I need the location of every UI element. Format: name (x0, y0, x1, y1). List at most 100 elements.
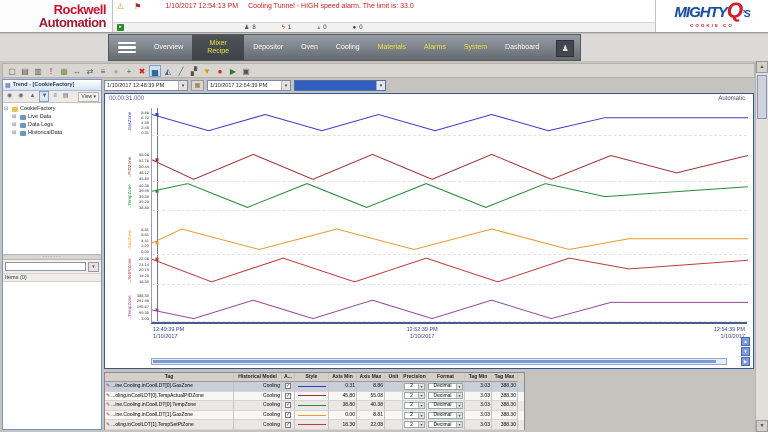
scroll-up-icon[interactable]: ▲ (756, 61, 768, 73)
alarm-ack-icon[interactable]: ⚑ (134, 2, 141, 11)
expander-icon[interactable]: ⊞ (12, 114, 18, 120)
alarm-note-icon[interactable]: ! (45, 65, 57, 77)
tab-dashboard[interactable]: Dashboard (496, 35, 548, 60)
legend-row-2[interactable]: ✎...ine.Cooling.inCoolLDT[0].TempZoneCoo… (105, 401, 524, 411)
suppressed-alarms-count[interactable]: ▴0 (317, 24, 326, 31)
legend-header-axis-max[interactable]: Axis Max (357, 373, 385, 382)
app-v-scrollbar[interactable]: ▲ ▼ (755, 61, 768, 432)
login-user-icon[interactable]: ♟ (556, 40, 574, 57)
checkbox-icon[interactable]: ✓ (285, 393, 291, 399)
checkbox-icon[interactable]: ✓ (285, 412, 291, 418)
legend-header-historical-model[interactable]: Historical Model (234, 373, 282, 382)
calendar-icon[interactable]: ▦ (191, 80, 204, 91)
checkbox-icon[interactable]: ✓ (285, 402, 291, 408)
legend-header-unit[interactable]: Unit (385, 373, 403, 382)
legend-header-tag-min[interactable]: Tag Min (465, 373, 492, 382)
operators-count[interactable]: ♟8 (244, 24, 256, 31)
chart-scroll-down-icon[interactable]: ▼ (741, 347, 750, 356)
legend-header-axis-min[interactable]: Axis Min (329, 373, 357, 382)
format-dropdown-icon[interactable]: ▾ (456, 403, 462, 408)
tree-item-historicaldata[interactable]: ⊞HistoricalData (4, 129, 100, 137)
format-dropdown-icon[interactable]: ▾ (456, 384, 462, 389)
view-dropdown[interactable]: View ▾ (78, 92, 99, 102)
chart-area-icon[interactable]: ◭ (162, 65, 174, 77)
chart-h-scrollbar[interactable] (151, 358, 727, 365)
shelved-alarms-count[interactable]: ●0 (353, 24, 363, 31)
new-trend-icon[interactable]: ▢ (6, 65, 18, 77)
expander-icon[interactable]: ⊟ (4, 106, 10, 112)
stop-icon[interactable]: ● (110, 65, 122, 77)
crop-icon[interactable]: ▞ (188, 65, 200, 77)
precision-dropdown-icon[interactable]: ▾ (418, 384, 424, 389)
add-pen-icon[interactable]: + (123, 65, 135, 77)
format-combo[interactable]: Decimal▾ (428, 412, 463, 419)
legend-row-4[interactable]: ✎...oling.inCoolLDT[1].TempSetPtZoneCool… (105, 420, 524, 430)
precision-dropdown-icon[interactable]: ▾ (418, 422, 424, 427)
tab-depositor[interactable]: Depositor (244, 35, 292, 60)
up-icon[interactable]: ▲ (28, 91, 38, 102)
list-view-icon[interactable]: ≡ (51, 91, 59, 102)
legend-header-format[interactable]: Format (427, 373, 465, 382)
active-alarms-count[interactable]: ϟ1 (282, 24, 292, 31)
tab-system[interactable]: System (455, 35, 496, 60)
scroll-thumb[interactable] (757, 75, 767, 119)
precision-dropdown-icon[interactable]: ▾ (418, 413, 424, 418)
expander-icon[interactable]: ⊞ (12, 122, 18, 128)
image-icon[interactable]: ▦ (58, 65, 70, 77)
filter-icon[interactable]: ▼ (39, 91, 49, 102)
format-dropdown-icon[interactable]: ▾ (456, 393, 462, 398)
play-icon[interactable]: ▶ (227, 65, 239, 77)
precision-combo[interactable]: 2▾ (404, 383, 425, 390)
compare-icon[interactable]: ⇄ (84, 65, 96, 77)
tab-mixer-recipe[interactable]: Mixer Recipe (192, 35, 244, 60)
tab-overview[interactable]: Overview (145, 35, 192, 60)
forward-icon[interactable]: ◉ (16, 91, 25, 102)
alarm-row[interactable]: ⚠ ⚑ 1/10/2017 12:54:13 PM Cooling Tunnel… (113, 0, 655, 22)
tab-alarms[interactable]: Alarms (415, 35, 455, 60)
legend-header-style[interactable]: Style (295, 373, 329, 382)
back-icon[interactable]: ◉ (5, 91, 14, 102)
tab-cooling[interactable]: Cooling (327, 35, 369, 60)
print-icon[interactable]: ▤ (19, 65, 31, 77)
legend-header-a-[interactable]: A... (282, 373, 295, 382)
plot-area[interactable] (151, 108, 747, 324)
explorer-title-tab[interactable]: ▦ Trend - [CookieFactory] (3, 80, 101, 91)
legend-row-3[interactable]: ✎...ine.Cooling.inCoolLDT[1].GasZoneCool… (105, 411, 524, 421)
format-combo[interactable]: Decimal▾ (428, 392, 463, 399)
tree-item-live-data[interactable]: ⊞Live Data (4, 113, 100, 121)
tree-item-data-logs[interactable]: ⊞Data Logs (4, 121, 100, 129)
precision-combo[interactable]: 2▾ (404, 392, 425, 399)
precision-dropdown-icon[interactable]: ▾ (418, 393, 424, 398)
precision-combo[interactable]: 2▾ (404, 402, 425, 409)
snapshot-icon[interactable]: ▣ (240, 65, 252, 77)
chart-h-scrollbar-thumb[interactable] (153, 360, 716, 363)
chart-scroll-up-icon[interactable]: ▲ (741, 337, 750, 346)
export-icon[interactable]: ▥ (32, 65, 44, 77)
legend-header-tag-max[interactable]: Tag Max (492, 373, 518, 382)
tag-search-button[interactable]: ▾ (88, 262, 99, 272)
legend-header-precision[interactable]: Precision (403, 373, 427, 382)
end-time-dropdown-icon[interactable]: ▾ (281, 81, 290, 90)
format-dropdown-icon[interactable]: ▾ (456, 422, 462, 427)
legend-header-tag[interactable]: Tag (105, 373, 234, 382)
expander-icon[interactable]: ⊞ (12, 130, 18, 136)
time-range-dropdown-icon[interactable]: ▾ (376, 81, 385, 90)
start-time-field[interactable]: 1/10/2017 12:48:39 PM ▾ (104, 80, 188, 91)
chart-scroll-right-icon[interactable]: ▶ (741, 357, 750, 366)
checkbox-icon[interactable]: ✓ (285, 383, 291, 389)
scroll-down-icon[interactable]: ▼ (756, 420, 768, 432)
precision-combo[interactable]: 2▾ (404, 421, 425, 428)
items-list[interactable] (3, 282, 101, 429)
start-time-dropdown-icon[interactable]: ▾ (178, 81, 187, 90)
chart-bar-icon[interactable]: ▅ (149, 65, 161, 77)
chart-line-icon[interactable]: ╱ (175, 65, 187, 77)
pen-visible-cell[interactable]: ✓ (282, 382, 295, 392)
legend-row-0[interactable]: ✎...ine.Cooling.inCoolLDT[0].GasZoneCool… (105, 382, 524, 392)
precision-dropdown-icon[interactable]: ▾ (418, 403, 424, 408)
pen-visible-cell[interactable]: ✓ (282, 411, 295, 421)
pen-visible-cell[interactable]: ✓ (282, 420, 295, 430)
format-dropdown-icon[interactable]: ▾ (456, 413, 462, 418)
format-combo[interactable]: Decimal▾ (428, 421, 463, 428)
pen-visible-cell[interactable]: ✓ (282, 392, 295, 402)
checkbox-icon[interactable]: ✓ (285, 422, 291, 428)
